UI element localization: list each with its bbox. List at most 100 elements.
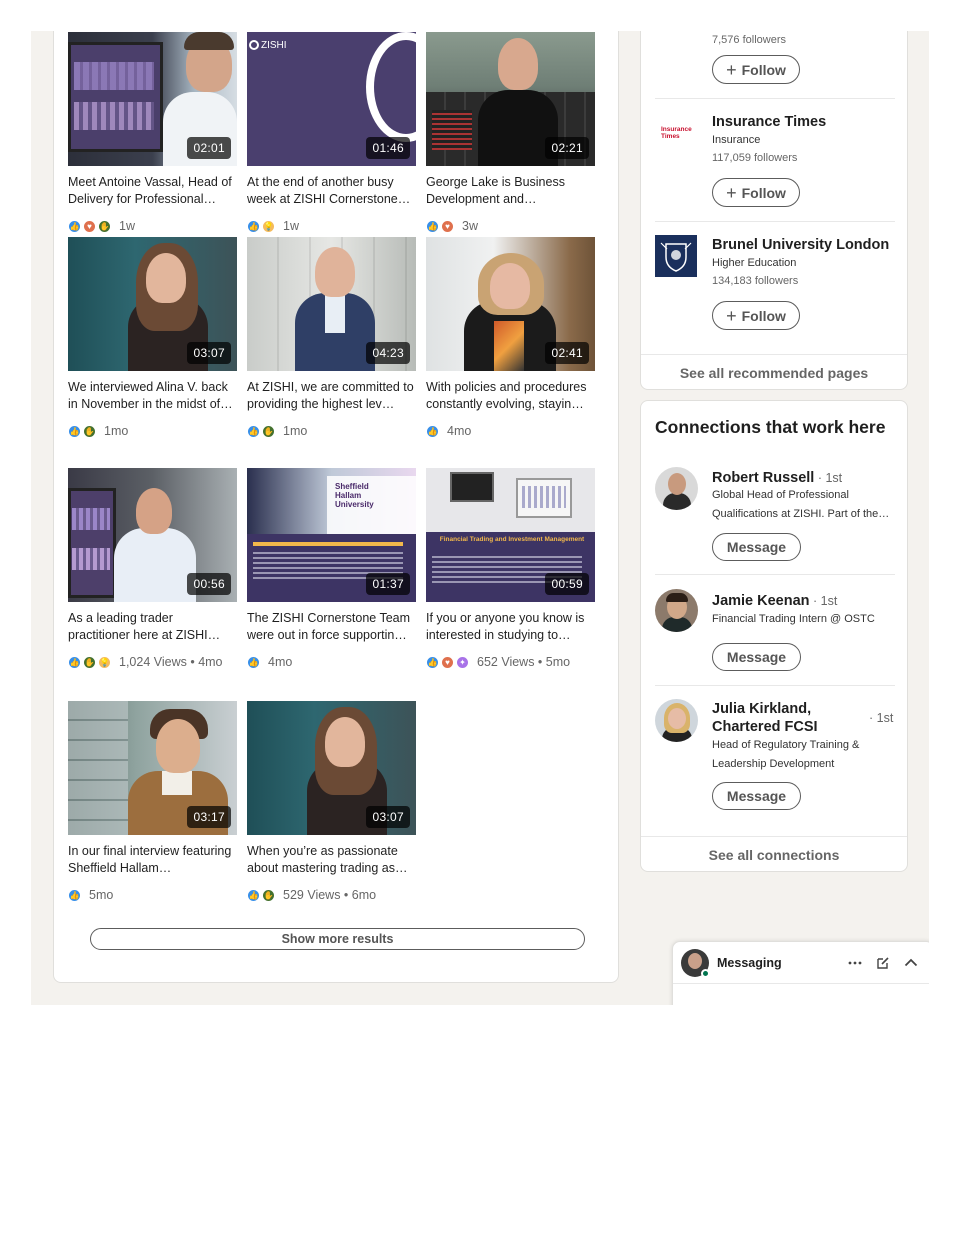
video-title[interactable]: Meet Antoine Vassal, Head of Delivery fo… [68, 174, 238, 208]
like-icon: 👍 [247, 655, 260, 669]
connection-name[interactable]: Julia Kirkland, Chartered FCSI [712, 700, 818, 736]
video-item[interactable]: 03:07 We interviewed Alina V. back in No… [68, 237, 238, 438]
video-thumbnail[interactable]: ZISHI 01:46 [247, 32, 416, 166]
page-followers: 7,576 followers [712, 34, 786, 46]
like-icon: 👍 [247, 219, 260, 233]
connection-name[interactable]: Jamie Keenan · 1st [712, 592, 837, 610]
video-duration: 03:17 [187, 806, 231, 828]
video-thumbnail[interactable]: 03:17 [68, 701, 237, 835]
see-all-recommended-pages-link[interactable]: See all recommended pages [641, 354, 907, 390]
video-title[interactable]: George Lake is Business Development and… [426, 174, 596, 208]
video-meta: 👍 ✋ 💡 1,024 Views • 4mo [68, 655, 238, 669]
avatar[interactable] [655, 699, 698, 742]
video-meta-text: 1mo [104, 424, 129, 438]
video-item[interactable]: 02:01 Meet Antoine Vassal, Head of Deliv… [68, 32, 238, 233]
follow-button[interactable]: + Follow [712, 301, 800, 330]
compose-message-icon[interactable] [875, 955, 891, 971]
connection-degree: · 1st [814, 471, 843, 485]
video-item[interactable]: 03:17 In our final interview featuring S… [68, 701, 238, 902]
video-item[interactable]: ZISHI 01:46 At the end of another busy w… [247, 32, 417, 233]
connections-title: Connections that work here [655, 417, 886, 437]
connection-degree: · 1st [809, 594, 838, 608]
like-icon: 👍 [68, 424, 81, 438]
video-meta: 👍 ✋ 1mo [247, 424, 417, 438]
video-thumbnail[interactable]: Financial Trading and Investment Managem… [426, 468, 595, 602]
video-title[interactable]: As a leading trader practitioner here at… [68, 610, 238, 644]
messaging-header[interactable]: Messaging [673, 942, 929, 984]
connection-name-text[interactable]: Robert Russell [712, 470, 814, 486]
follow-label: Follow [741, 61, 786, 78]
avatar [681, 948, 710, 978]
video-duration: 00:59 [545, 573, 589, 595]
follow-label: Follow [741, 307, 786, 324]
video-thumbnail[interactable]: 02:01 [68, 32, 237, 166]
video-title[interactable]: At ZISHI, we are committed to providing … [247, 379, 417, 413]
video-thumbnail[interactable]: 03:07 [247, 701, 416, 835]
video-title[interactable]: If you or anyone you know is interested … [426, 610, 596, 644]
video-title[interactable]: At the end of another busy week at ZISHI… [247, 174, 417, 208]
message-button[interactable]: Message [712, 782, 801, 810]
video-thumbnail[interactable]: 02:21 [426, 32, 595, 166]
avatar[interactable] [655, 589, 698, 632]
video-duration: 04:23 [366, 342, 410, 364]
video-duration: 03:07 [366, 806, 410, 828]
video-item[interactable]: 02:41 With policies and procedures const… [426, 237, 596, 438]
video-item[interactable]: 02:21 George Lake is Business Developmen… [426, 32, 596, 233]
like-icon: 👍 [68, 219, 81, 233]
video-duration: 02:41 [545, 342, 589, 364]
avatar[interactable] [655, 467, 698, 510]
video-thumbnail[interactable]: 00:56 [68, 468, 237, 602]
video-meta-text: 5mo [89, 888, 114, 902]
divider [655, 574, 895, 575]
video-title[interactable]: With policies and procedures constantly … [426, 379, 596, 413]
recommended-pages-card: 7,576 followers + Follow Insurance Times… [640, 31, 908, 390]
video-duration: 02:21 [545, 137, 589, 159]
video-meta: 👍 4mo [247, 655, 417, 669]
message-button[interactable]: Message [712, 643, 801, 671]
follow-button[interactable]: + Follow [712, 55, 800, 84]
chevron-up-icon[interactable] [903, 955, 919, 971]
page-name[interactable]: Brunel University London [712, 237, 889, 253]
follow-button[interactable]: + Follow [712, 178, 800, 207]
celebrate-icon: ✋ [262, 424, 275, 438]
page-industry: Insurance [712, 134, 761, 146]
video-meta-text: 4mo [268, 655, 293, 669]
connection-name-text[interactable]: Jamie Keenan [712, 593, 810, 609]
video-title[interactable]: The ZISHI Cornerstone Team were out in f… [247, 610, 417, 644]
video-thumbnail[interactable]: 04:23 [247, 237, 416, 371]
video-title[interactable]: When you’re as passionate about masterin… [247, 843, 417, 877]
love-icon: ♥ [83, 219, 96, 233]
video-thumbnail[interactable]: Sheffield Hallam University 01:37 [247, 468, 416, 602]
like-icon: 👍 [426, 655, 439, 669]
messaging-title[interactable]: Messaging [717, 956, 782, 970]
see-all-connections-link[interactable]: See all connections [641, 836, 907, 872]
video-item[interactable]: 04:23 At ZISHI, we are committed to prov… [247, 237, 417, 438]
video-item[interactable]: Financial Trading and Investment Managem… [426, 468, 596, 669]
video-meta: 👍 💡 1w [247, 219, 417, 233]
video-thumbnail[interactable]: 03:07 [68, 237, 237, 371]
online-status-icon [701, 968, 710, 978]
video-item[interactable]: 03:07 When you’re as passionate about ma… [247, 701, 417, 902]
video-duration: 01:37 [366, 573, 410, 595]
message-button[interactable]: Message [712, 533, 801, 561]
show-more-results-button[interactable]: Show more results [90, 928, 585, 950]
video-meta-text: 3w [462, 219, 478, 233]
video-title[interactable]: We interviewed Alina V. back in November… [68, 379, 238, 413]
video-title[interactable]: In our final interview featuring Sheffie… [68, 843, 238, 877]
video-item[interactable]: 00:56 As a leading trader practitioner h… [68, 468, 238, 669]
video-meta: 👍 ♥ ✦ 652 Views • 5mo [426, 655, 596, 669]
video-item[interactable]: Sheffield Hallam University 01:37 The ZI… [247, 468, 417, 669]
connection-name-line2[interactable]: Chartered FCSI [712, 718, 818, 736]
like-icon: 👍 [68, 888, 81, 902]
page-name[interactable]: Insurance Times [712, 114, 826, 130]
celebrate-icon: ✋ [83, 424, 96, 438]
connection-name-line1[interactable]: Julia Kirkland, [712, 700, 818, 718]
messaging-widget[interactable]: Messaging [672, 941, 929, 1005]
divider [655, 221, 895, 222]
video-meta: 👍 5mo [68, 888, 238, 902]
more-options-icon[interactable] [847, 955, 863, 971]
like-icon: 👍 [426, 424, 439, 438]
connection-name[interactable]: Robert Russell · 1st [712, 469, 842, 487]
video-thumbnail[interactable]: 02:41 [426, 237, 595, 371]
like-icon: 👍 [426, 219, 439, 233]
